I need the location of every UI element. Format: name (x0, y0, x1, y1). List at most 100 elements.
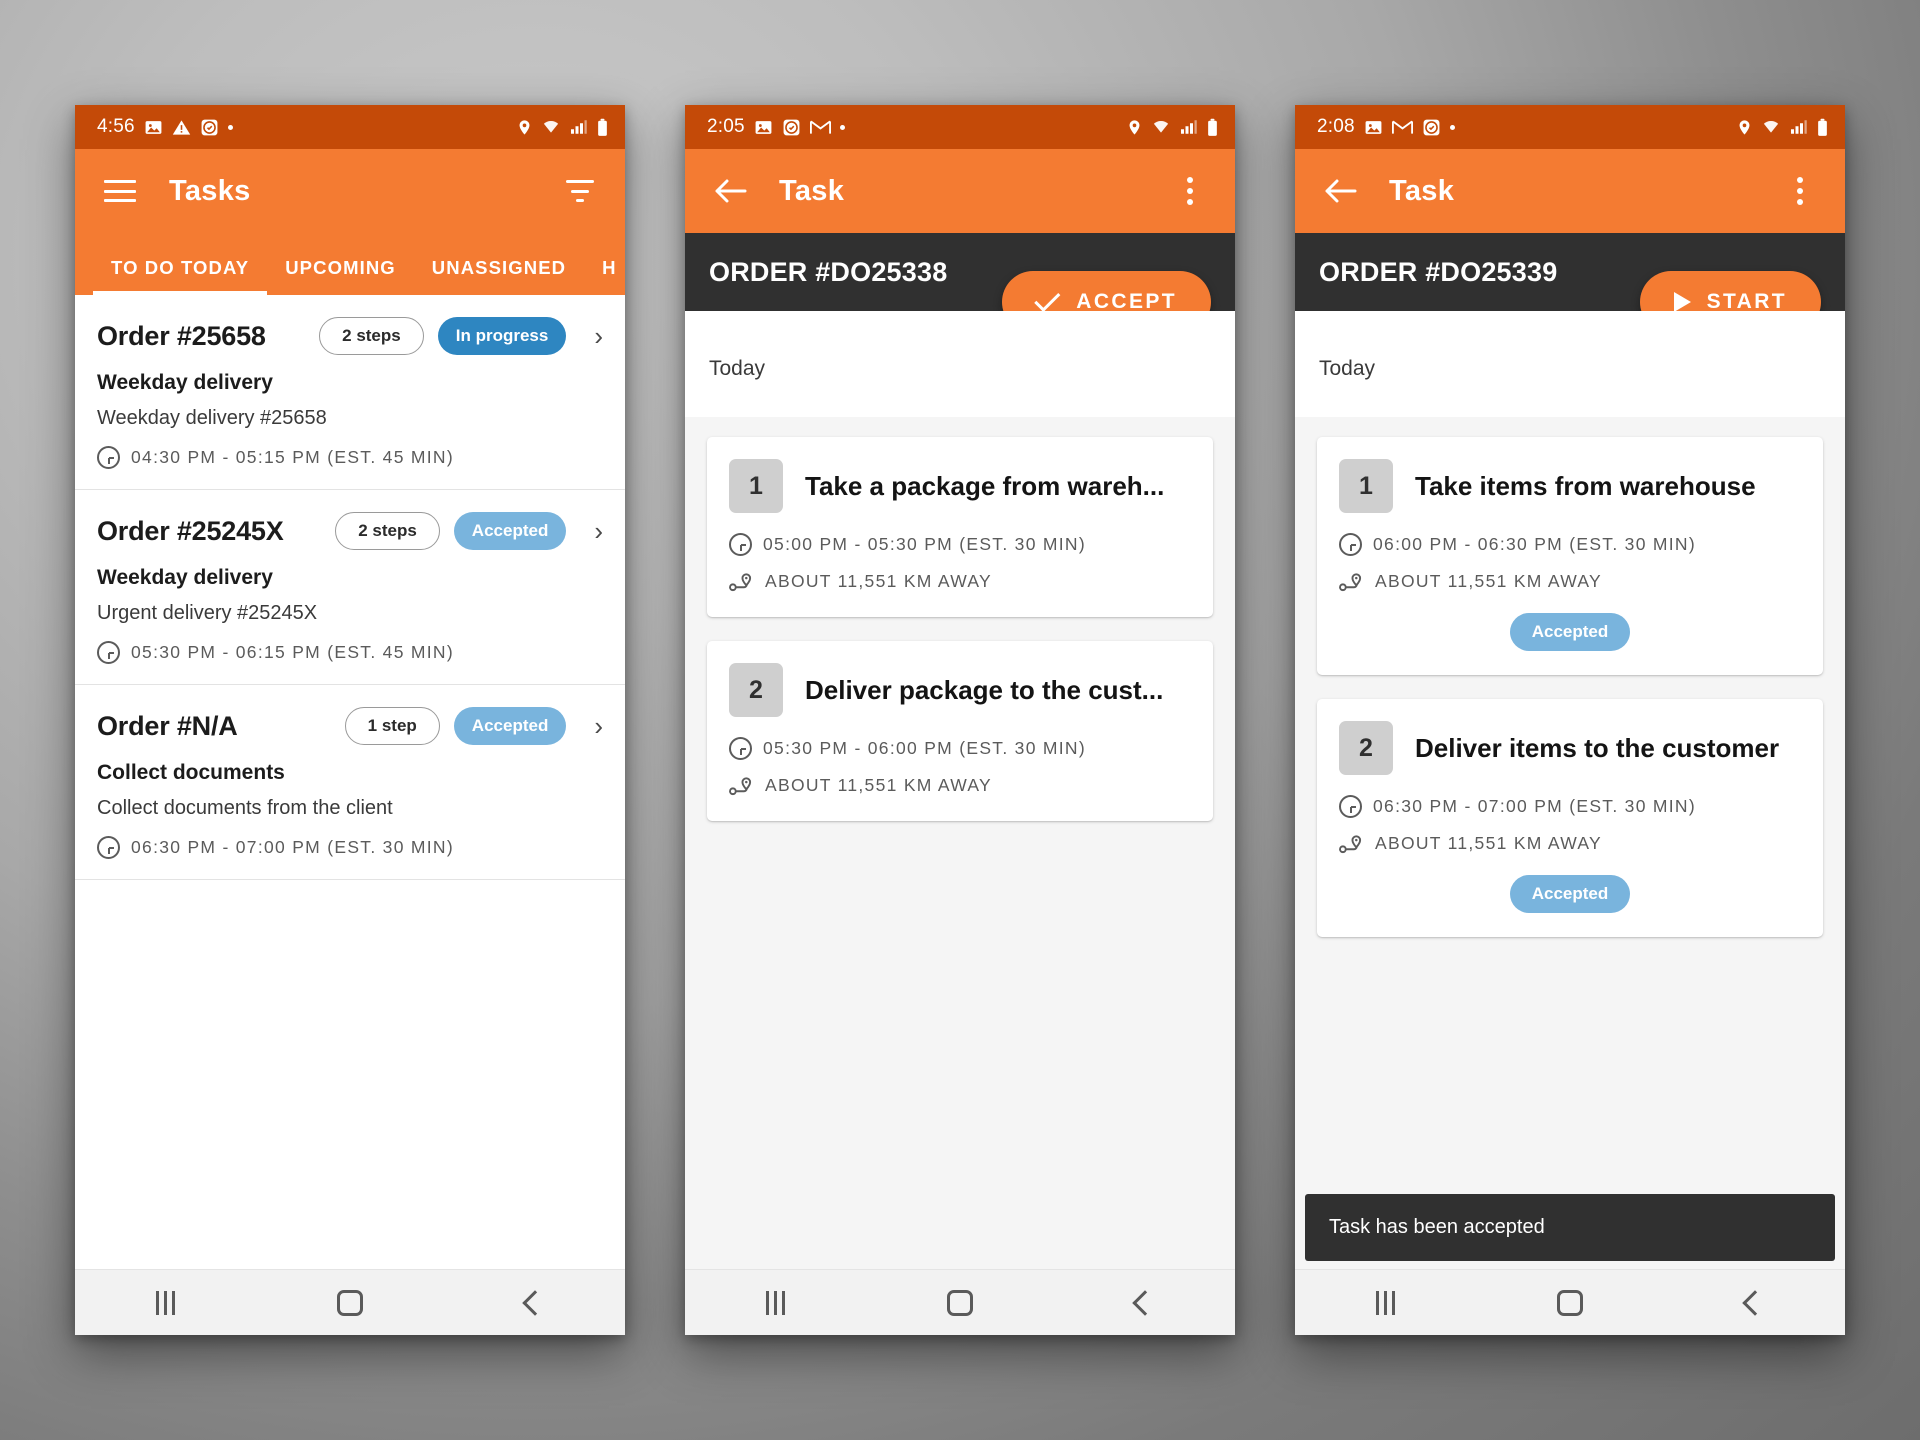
home-icon[interactable] (1557, 1289, 1584, 1316)
recent-apps-icon[interactable] (1376, 1290, 1396, 1315)
phone-task-detail-start: 2:08 Task ORDER #DO25339 START Today 1 T… (1295, 105, 1845, 1335)
signal-icon (1789, 118, 1808, 136)
recent-apps-icon[interactable] (156, 1290, 176, 1315)
tab-unassigned[interactable]: UNASSIGNED (414, 257, 584, 295)
step-distance-text: ABOUT 11,551 KM AWAY (1375, 833, 1603, 853)
step-number: 2 (729, 663, 783, 717)
status-bar-clock: 2:05 (707, 116, 745, 137)
route-icon (1339, 832, 1364, 855)
page-title: Task (779, 174, 845, 207)
route-icon (729, 570, 754, 593)
battery-icon (1206, 118, 1219, 137)
clock-icon (97, 641, 120, 664)
tab-to-do-today[interactable]: TO DO TODAY (93, 257, 268, 295)
step-time-row: 05:00 PM - 05:30 PM (EST. 30 MIN) (729, 533, 1191, 556)
status-badge: Accepted (453, 512, 567, 550)
clock-app-icon (200, 118, 219, 137)
app-bar: Task (685, 149, 1235, 233)
app-bar: Tasks (75, 149, 625, 233)
step-distance-row: ABOUT 11,551 KM AWAY (729, 774, 1191, 797)
step-distance-row: ABOUT 11,551 KM AWAY (1339, 832, 1801, 855)
back-icon[interactable] (1742, 1289, 1768, 1316)
status-badge: In progress (437, 317, 567, 355)
page-title: Tasks (169, 174, 251, 207)
step-title: Deliver package to the cust... (805, 674, 1164, 705)
overflow-menu-icon[interactable] (1779, 170, 1821, 212)
back-icon[interactable] (1132, 1289, 1158, 1316)
task-time-row: 05:30 PM - 06:15 PM (EST. 45 MIN) (97, 641, 603, 664)
signal-icon (569, 118, 588, 136)
location-icon (1126, 118, 1143, 137)
step-title: Take a package from wareh... (805, 470, 1165, 501)
clock-icon (97, 836, 120, 859)
order-number: ORDER #DO25338 (709, 256, 948, 287)
task-time-text: 06:30 PM - 07:00 PM (EST. 30 MIN) (131, 837, 455, 857)
steps-chip: 1 step (344, 707, 440, 745)
gmail-icon (809, 119, 831, 136)
task-row[interactable]: Order #25245X 2 steps Accepted › Weekday… (75, 490, 625, 685)
phone-tasks-list: 4:56 Tasks TO DO TODAY UPCOMING UNASSIGN… (75, 105, 625, 1335)
task-row[interactable]: Order #N/A 1 step Accepted › Collect doc… (75, 685, 625, 880)
overflow-menu-icon[interactable] (1169, 170, 1211, 212)
page-title: Task (1389, 174, 1455, 207)
task-time-row: 04:30 PM - 05:15 PM (EST. 45 MIN) (97, 446, 603, 469)
chevron-right-icon[interactable]: › (594, 518, 603, 544)
gmail-icon (1391, 119, 1413, 136)
task-description: Urgent delivery #25245X (97, 602, 318, 624)
status-bar-clock: 2:08 (1317, 116, 1355, 137)
task-detail-body: Today 1 Take a package from wareh... 05:… (685, 311, 1235, 1269)
task-order-number: Order #25658 (97, 320, 266, 351)
step-time-text: 05:30 PM - 06:00 PM (EST. 30 MIN) (763, 738, 1087, 758)
dot-icon (1449, 124, 1455, 130)
task-subtitle: Weekday delivery (97, 566, 273, 589)
task-order-number: Order #N/A (97, 710, 238, 741)
status-badge: Accepted (1509, 613, 1631, 651)
tab-history[interactable]: H (584, 257, 625, 295)
status-bar: 4:56 (75, 105, 625, 149)
filter-icon[interactable] (559, 170, 601, 212)
task-time-text: 04:30 PM - 05:15 PM (EST. 45 MIN) (131, 447, 455, 467)
home-icon[interactable] (337, 1289, 364, 1316)
step-number: 2 (1339, 721, 1393, 775)
steps-list: 1 Take a package from wareh... 05:00 PM … (685, 417, 1235, 1269)
status-bar: 2:05 (685, 105, 1235, 149)
tab-bar: TO DO TODAY UPCOMING UNASSIGNED H (75, 233, 625, 295)
recent-apps-icon[interactable] (766, 1290, 786, 1315)
battery-icon (1816, 118, 1829, 137)
app-bar: Task (1295, 149, 1845, 233)
dot-icon (839, 124, 845, 130)
route-icon (1339, 570, 1364, 593)
back-icon[interactable] (522, 1289, 548, 1316)
step-card[interactable]: 2 Deliver package to the cust... 05:30 P… (707, 641, 1213, 821)
task-subtitle: Weekday delivery (97, 371, 273, 394)
step-time-row: 06:00 PM - 06:30 PM (EST. 30 MIN) (1339, 533, 1801, 556)
warning-icon (172, 118, 191, 137)
step-number: 1 (729, 459, 783, 513)
image-icon (144, 118, 163, 137)
step-card[interactable]: 1 Take a package from wareh... 05:00 PM … (707, 437, 1213, 617)
step-distance-text: ABOUT 11,551 KM AWAY (765, 571, 993, 591)
tab-upcoming[interactable]: UPCOMING (267, 257, 414, 295)
step-number: 1 (1339, 459, 1393, 513)
task-row[interactable]: Order #25658 2 steps In progress › Weekd… (75, 295, 625, 490)
image-icon (1364, 118, 1383, 137)
step-time-row: 06:30 PM - 07:00 PM (EST. 30 MIN) (1339, 795, 1801, 818)
arrow-back-icon[interactable] (1319, 170, 1361, 212)
step-card[interactable]: 2 Deliver items to the customer 06:30 PM… (1317, 699, 1823, 937)
chevron-right-icon[interactable]: › (594, 323, 603, 349)
order-number: ORDER #DO25339 (1319, 256, 1558, 287)
order-header: ORDER #DO25339 START (1295, 233, 1845, 333)
clock-icon (97, 446, 120, 469)
task-time-text: 05:30 PM - 06:15 PM (EST. 45 MIN) (131, 642, 455, 662)
step-distance-row: ABOUT 11,551 KM AWAY (729, 570, 1191, 593)
arrow-back-icon[interactable] (709, 170, 751, 212)
wifi-icon (1761, 118, 1781, 136)
step-distance-text: ABOUT 11,551 KM AWAY (765, 775, 993, 795)
status-badge: Accepted (1509, 875, 1631, 913)
task-detail-body: Today 1 Take items from warehouse 06:00 … (1295, 311, 1845, 1269)
chevron-right-icon[interactable]: › (594, 713, 603, 739)
step-card[interactable]: 1 Take items from warehouse 06:00 PM - 0… (1317, 437, 1823, 675)
hamburger-menu-icon[interactable] (99, 170, 141, 212)
today-label: Today (709, 357, 766, 380)
home-icon[interactable] (947, 1289, 974, 1316)
